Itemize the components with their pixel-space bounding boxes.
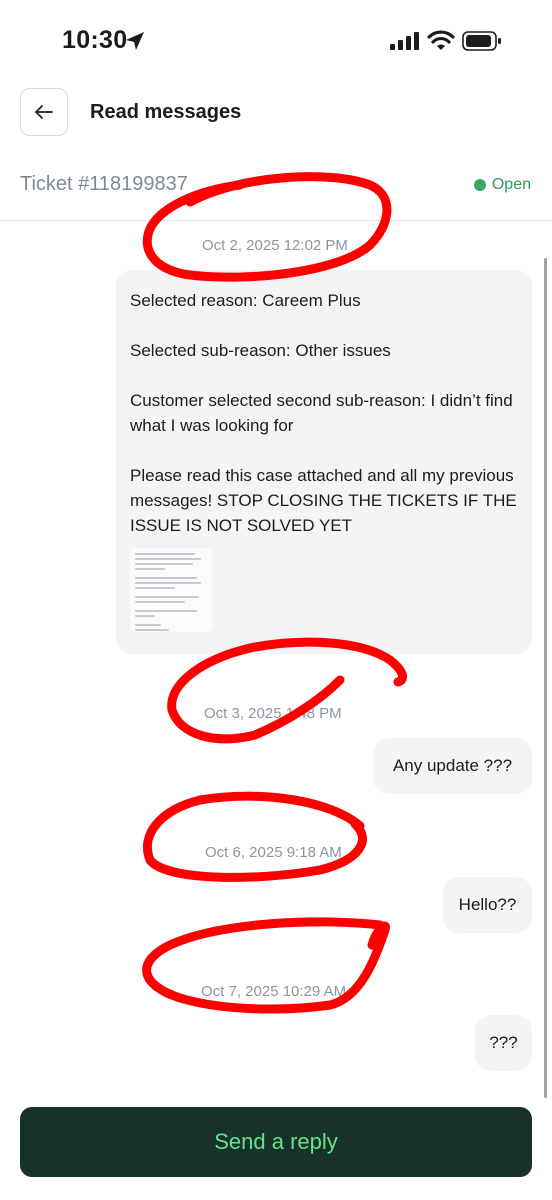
status-badge: Open [473, 176, 531, 194]
message-text: Selected reason: Careem Plus [130, 291, 361, 310]
red-circle-annotation [142, 791, 367, 882]
message-bubble: ??? [475, 1015, 532, 1071]
status-dot-icon [473, 179, 486, 191]
message-text: Please read this case attached and all m… [130, 466, 517, 535]
arrow-left-icon [35, 105, 53, 119]
back-button[interactable] [20, 88, 68, 136]
wifi-icon [427, 30, 455, 50]
scrollbar[interactable] [544, 258, 547, 1098]
cellular-signal-icon [390, 32, 419, 50]
status-label: Open [491, 176, 531, 193]
message-timestamp: Oct 3, 2025 1:48 PM [204, 705, 342, 722]
location-arrow-icon [126, 32, 144, 50]
page-title: Read messages [90, 101, 242, 123]
message-text: Any update ??? [392, 756, 513, 775]
red-circle-annotation [167, 637, 407, 744]
message-timestamp: Oct 2, 2025 12:02 PM [202, 237, 348, 254]
message-bubble: Selected reason: Careem Plus Selected su… [116, 270, 532, 654]
status-time: 10:30 [62, 26, 128, 54]
message-timestamp: Oct 7, 2025 10:29 AM [201, 983, 347, 1000]
message-bubble: Any update ??? [373, 738, 532, 794]
send-reply-button[interactable]: Send a reply [20, 1107, 532, 1177]
status-bar: 10:30 [0, 0, 552, 80]
battery-icon [462, 31, 501, 51]
message-text: Hello?? [458, 895, 517, 914]
message-text: ??? [489, 1033, 518, 1052]
ticket-id: Ticket #118199837 [20, 173, 188, 195]
image-attachment-thumbnail[interactable] [130, 548, 212, 632]
message-bubble: Hello?? [443, 877, 532, 933]
divider [0, 220, 552, 221]
message-timestamp: Oct 6, 2025 9:18 AM [205, 844, 342, 861]
message-text: Selected sub-reason: Other issues [130, 341, 391, 360]
message-text: Customer selected second sub-reason: I d… [130, 391, 513, 435]
